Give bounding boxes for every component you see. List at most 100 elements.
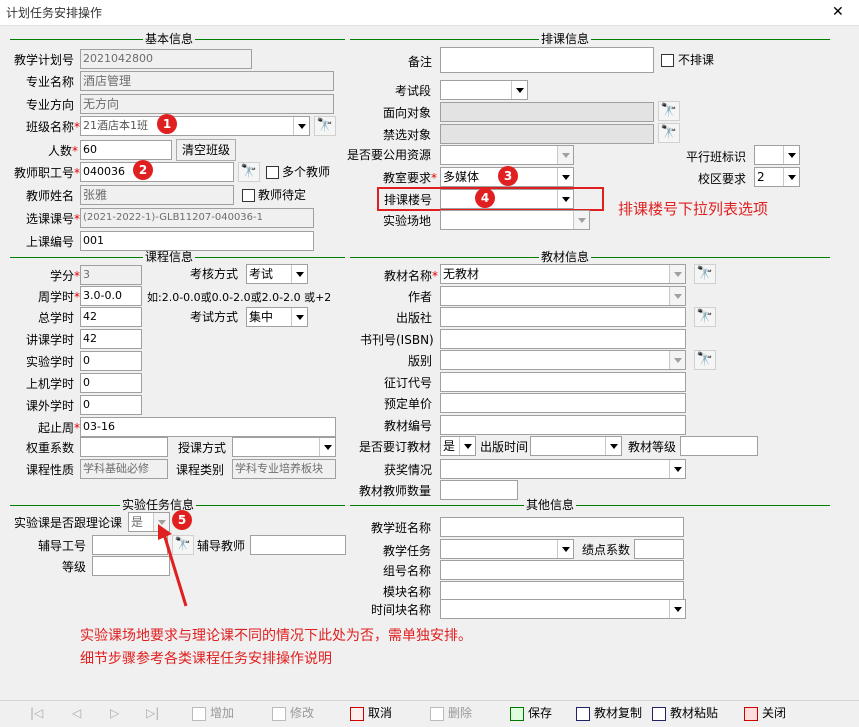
prev-record-button[interactable]: ◁: [72, 700, 81, 727]
tb-level-field[interactable]: [680, 436, 758, 456]
order-code-field[interactable]: [440, 372, 686, 392]
group-field[interactable]: [440, 560, 684, 580]
tb-teacher-qty-field[interactable]: [440, 480, 518, 500]
binoculars-icon[interactable]: 🔭: [658, 101, 680, 121]
binoculars-icon[interactable]: 🔭: [694, 264, 716, 284]
category-field[interactable]: 学科专业培养板块: [232, 459, 336, 479]
binoculars-icon[interactable]: 🔭: [238, 162, 260, 182]
tutor-field[interactable]: [250, 535, 346, 555]
chevron-down-icon[interactable]: [669, 460, 685, 478]
module-field[interactable]: [440, 581, 684, 601]
author-select[interactable]: [440, 286, 686, 306]
assess-select[interactable]: 考试: [246, 264, 308, 284]
exam-seg-select[interactable]: [440, 80, 528, 100]
face-field[interactable]: [440, 102, 654, 122]
no-schedule-checkbox[interactable]: [661, 54, 674, 67]
room-req-value: 多媒体: [443, 170, 480, 184]
binoculars-icon[interactable]: 🔭: [694, 307, 716, 327]
teacher-pending-label: 教师待定: [258, 188, 307, 202]
chevron-down-icon[interactable]: [319, 438, 335, 456]
task-select[interactable]: [440, 539, 574, 559]
binoculars-icon[interactable]: 🔭: [694, 350, 716, 370]
lecture-field[interactable]: 42: [80, 329, 142, 349]
extra-field[interactable]: 0: [80, 395, 142, 415]
teach-mode-select[interactable]: [232, 437, 336, 457]
chevron-down-icon[interactable]: [557, 168, 573, 186]
credit-field[interactable]: 3: [80, 265, 142, 285]
price-field[interactable]: [440, 393, 686, 413]
save-button[interactable]: 保存: [510, 700, 552, 727]
close-window-button[interactable]: ✕: [832, 4, 844, 20]
lab-hours-field[interactable]: 0: [80, 351, 142, 371]
edit-button[interactable]: 修改: [272, 700, 314, 727]
paste-textbook-button[interactable]: 教材粘贴: [652, 700, 718, 727]
remark-field[interactable]: [440, 47, 654, 73]
chevron-down-icon[interactable]: [573, 211, 589, 229]
multi-teacher-checkbox[interactable]: [266, 166, 279, 179]
campus-select[interactable]: 2: [754, 167, 800, 187]
teacher-id-field[interactable]: 040036: [80, 162, 234, 182]
weight-field[interactable]: [80, 437, 168, 457]
exam-mode-select[interactable]: 集中: [246, 307, 308, 327]
next-record-button[interactable]: ▷: [110, 700, 119, 727]
chevron-down-icon[interactable]: [459, 437, 475, 455]
major-field[interactable]: 酒店管理: [80, 71, 334, 91]
chevron-down-icon[interactable]: [783, 146, 799, 164]
chevron-down-icon[interactable]: [557, 190, 573, 208]
public-res-select[interactable]: [440, 145, 574, 165]
award-select[interactable]: [440, 459, 686, 479]
direction-field[interactable]: 无方向: [80, 94, 334, 114]
computer-field[interactable]: 0: [80, 373, 142, 393]
isbn-label: 书刊号(ISBN): [360, 333, 434, 347]
delete-button[interactable]: 删除: [430, 700, 472, 727]
time-select[interactable]: [440, 599, 686, 619]
total-field[interactable]: 42: [80, 307, 142, 327]
weeks-field[interactable]: 03-16: [80, 417, 336, 437]
chevron-down-icon[interactable]: [293, 117, 309, 135]
pub-time-select[interactable]: [530, 436, 622, 456]
chevron-down-icon[interactable]: [669, 287, 685, 305]
chevron-down-icon[interactable]: [557, 146, 573, 164]
plan-no-field[interactable]: 2021042800: [80, 49, 252, 69]
class-select[interactable]: 21酒店本1班: [80, 116, 310, 136]
class-label: 班级名称*: [26, 120, 81, 134]
teacher-name-field[interactable]: 张雅: [80, 185, 234, 205]
close-button[interactable]: 关闭: [744, 700, 786, 727]
copy-textbook-button[interactable]: 教材复制: [576, 700, 642, 727]
last-record-button[interactable]: ▷|: [146, 700, 159, 727]
add-button[interactable]: 增加: [192, 700, 234, 727]
ban-label: 禁选对象: [383, 128, 432, 142]
isbn-field[interactable]: [440, 329, 686, 349]
teacher-pending-checkbox[interactable]: [242, 189, 255, 202]
chevron-down-icon[interactable]: [605, 437, 621, 455]
chevron-down-icon[interactable]: [291, 265, 307, 283]
first-record-button[interactable]: |◁: [30, 700, 43, 727]
chevron-down-icon[interactable]: [557, 540, 573, 558]
gpa-field[interactable]: [634, 539, 684, 559]
count-field[interactable]: 60: [80, 140, 172, 160]
course-no-field[interactable]: (2021-2022-1)-GLB11207-040036-1: [80, 208, 314, 228]
ban-field[interactable]: [440, 124, 654, 144]
publisher-field[interactable]: [440, 307, 686, 327]
chevron-down-icon[interactable]: [511, 81, 527, 99]
clear-class-button[interactable]: 清空班级: [176, 139, 236, 161]
tb-name-select[interactable]: 无教材: [440, 264, 686, 284]
chevron-down-icon[interactable]: [669, 351, 685, 369]
building-select[interactable]: [440, 189, 574, 209]
class-name-field[interactable]: [440, 517, 684, 537]
cancel-button[interactable]: 取消: [350, 700, 392, 727]
chevron-down-icon[interactable]: [669, 265, 685, 283]
parallel-select[interactable]: [754, 145, 800, 165]
lab-site-select[interactable]: [440, 210, 590, 230]
class-no-field[interactable]: 001: [80, 231, 314, 251]
chevron-down-icon[interactable]: [669, 600, 685, 618]
nature-field[interactable]: 学科基础必修: [80, 459, 168, 479]
week-hours-field[interactable]: 3.0-0.0: [80, 286, 142, 306]
tb-code-field[interactable]: [440, 415, 686, 435]
binoculars-icon[interactable]: 🔭: [658, 123, 680, 143]
edition-select[interactable]: [440, 350, 686, 370]
chevron-down-icon[interactable]: [291, 308, 307, 326]
binoculars-icon[interactable]: 🔭: [314, 116, 336, 136]
chevron-down-icon[interactable]: [783, 168, 799, 186]
subscribe-select[interactable]: 是: [440, 436, 476, 456]
